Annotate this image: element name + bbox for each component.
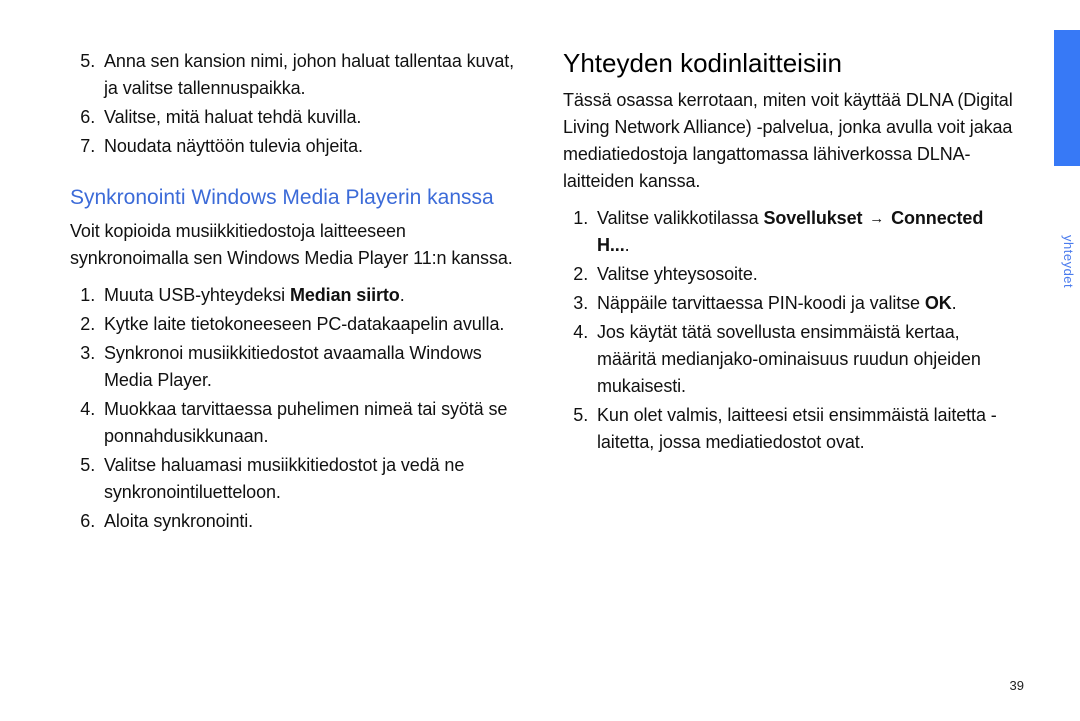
paragraph-dlna: Tässä osassa kerrotaan, miten voit käytt…	[563, 87, 1018, 195]
arrow-icon: →	[867, 208, 886, 231]
list-item: Synkronoi musiikkitiedostot avaamalla Wi…	[100, 340, 525, 394]
list-item: Muokkaa tarvittaessa puhelimen nimeä tai…	[100, 396, 525, 450]
section-tab-highlight	[1054, 30, 1080, 166]
list-item: Näppäile tarvittaessa PIN-koodi ja valit…	[593, 290, 1018, 317]
dlna-steps-list: Valitse valikkotilassa Sovellukset → Con…	[563, 205, 1018, 456]
list-item: Aloita synkronointi.	[100, 508, 525, 535]
list-item: Noudata näyttöön tulevia ohjeita.	[100, 133, 525, 160]
bold-text: Sovellukset	[763, 208, 862, 228]
page: Anna sen kansion nimi, johon haluat tall…	[0, 0, 1080, 721]
list-item: Valitse haluamasi musiikkitiedostot ja v…	[100, 452, 525, 506]
text-fragment: Näppäile tarvittaessa PIN-koodi ja valit…	[597, 293, 925, 313]
sync-steps-list: Muuta USB-yhteydeksi Median siirto. Kytk…	[70, 282, 525, 535]
list-item: Anna sen kansion nimi, johon haluat tall…	[100, 48, 525, 102]
text-fragment: Muuta USB-yhteydeksi	[104, 285, 290, 305]
paragraph-intro: Voit kopioida musiikkitiedostoja laittee…	[70, 218, 525, 272]
right-column: Yhteyden kodinlaitteisiin Tässä osassa k…	[563, 48, 1018, 691]
bold-text: Median siirto	[290, 285, 400, 305]
text-fragment: .	[400, 285, 405, 305]
right-edge-bar: yhteydet	[1054, 0, 1080, 721]
text-fragment: Valitse valikkotilassa	[597, 208, 763, 228]
list-item: Kun olet valmis, laitteesi etsii ensimmä…	[593, 402, 1018, 456]
section-tab-label: yhteydet	[1058, 235, 1076, 288]
list-item: Kytke laite tietokoneeseen PC-datakaapel…	[100, 311, 525, 338]
text-fragment: .	[952, 293, 957, 313]
list-item: Valitse, mitä haluat tehdä kuvilla.	[100, 104, 525, 131]
list-item: Valitse yhteysosoite.	[593, 261, 1018, 288]
page-number: 39	[1010, 678, 1024, 693]
subheading-sync-wmp: Synkronointi Windows Media Playerin kans…	[70, 184, 525, 212]
left-column: Anna sen kansion nimi, johon haluat tall…	[70, 48, 525, 691]
list-item: Muuta USB-yhteydeksi Median siirto.	[100, 282, 525, 309]
text-fragment: .	[625, 235, 630, 255]
list-item: Jos käytät tätä sovellusta ensimmäistä k…	[593, 319, 1018, 400]
bold-text: OK	[925, 293, 952, 313]
heading-home-devices: Yhteyden kodinlaitteisiin	[563, 48, 1018, 79]
continuation-list: Anna sen kansion nimi, johon haluat tall…	[70, 48, 525, 160]
list-item: Valitse valikkotilassa Sovellukset → Con…	[593, 205, 1018, 259]
